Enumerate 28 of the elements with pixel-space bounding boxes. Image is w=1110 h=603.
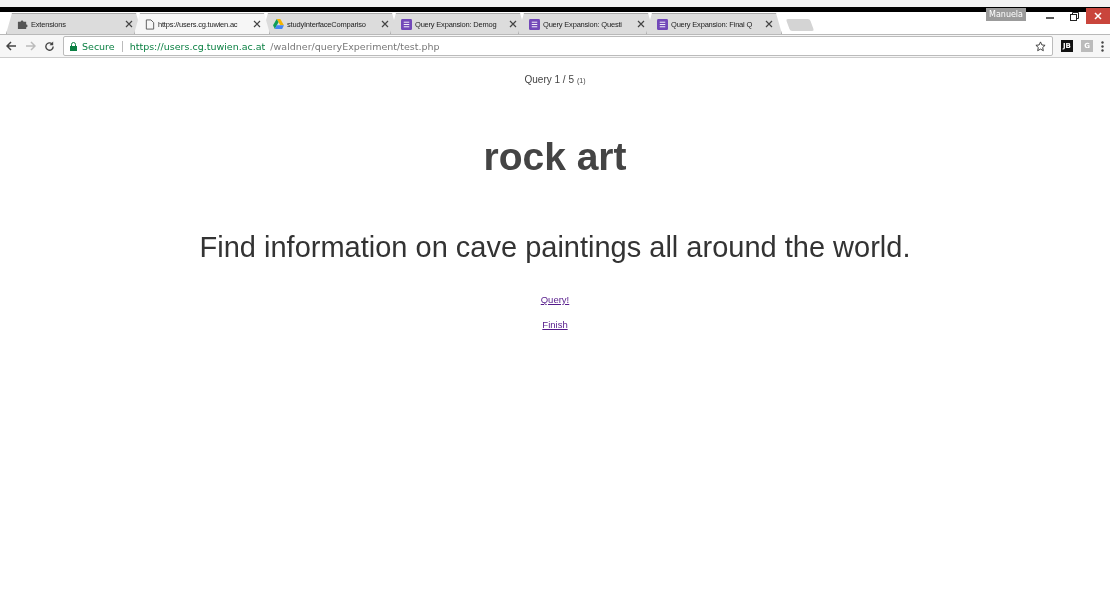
- page-icon: [145, 18, 155, 30]
- form-icon: [529, 18, 540, 30]
- drive-icon: [273, 19, 284, 29]
- action-link[interactable]: Query!: [540, 294, 570, 305]
- close-icon: [1094, 12, 1102, 20]
- close-icon[interactable]: [509, 20, 517, 28]
- restore-icon: [1069, 11, 1079, 21]
- lock-icon: [70, 41, 77, 51]
- url-host: https://users.cg.tuwien.ac.at: [129, 40, 266, 52]
- puzzle-icon: [17, 18, 28, 30]
- url-path: /waldner/queryExperiment/test.php: [270, 40, 441, 52]
- secure-label: Secure: [82, 40, 115, 52]
- close-icon[interactable]: [637, 20, 645, 28]
- form-icon: [657, 18, 668, 30]
- form-icon: [401, 18, 412, 30]
- reload-icon[interactable]: [44, 40, 55, 52]
- close-icon[interactable]: [765, 20, 773, 28]
- close-button[interactable]: [1086, 8, 1110, 24]
- topic-title: rock art: [483, 135, 627, 179]
- star-icon[interactable]: [1035, 40, 1046, 52]
- menu-icon[interactable]: [1101, 40, 1104, 52]
- close-icon[interactable]: [253, 20, 261, 28]
- address-bar[interactable]: Secure https://users.cg.tuwien.ac.at /waldner/queryExperiment/test.php: [63, 36, 1053, 56]
- topic-description: Find information on cave paintings all around the world.: [199, 231, 911, 264]
- back-icon[interactable]: [6, 41, 17, 51]
- close-icon[interactable]: [125, 20, 133, 28]
- action-link[interactable]: Finish: [542, 319, 568, 330]
- close-icon[interactable]: [381, 20, 389, 28]
